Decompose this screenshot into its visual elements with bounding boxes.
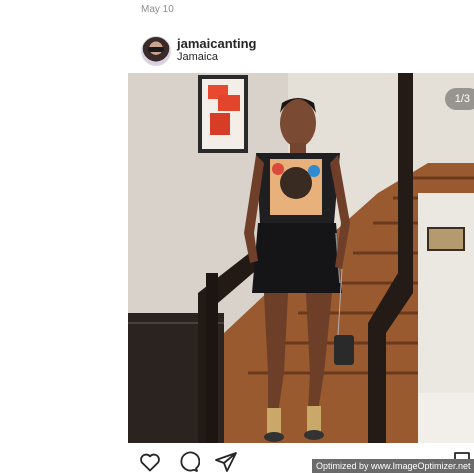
photo-illustration bbox=[128, 73, 474, 443]
username[interactable]: jamaicanting bbox=[177, 36, 256, 51]
post-header: jamaicanting Jamaica bbox=[141, 34, 474, 68]
slide-counter: 1/3 bbox=[444, 88, 474, 110]
watermark-banner: Optimized by www.ImageOptimizer.net bbox=[312, 459, 474, 473]
avatar[interactable] bbox=[141, 36, 171, 66]
post-photo[interactable]: 1/3 bbox=[128, 73, 474, 443]
share-icon[interactable] bbox=[214, 450, 238, 474]
post-date: May 10 bbox=[141, 4, 174, 15]
comment-icon[interactable] bbox=[176, 450, 200, 474]
location[interactable]: Jamaica bbox=[177, 51, 218, 63]
heart-icon[interactable] bbox=[138, 450, 162, 474]
